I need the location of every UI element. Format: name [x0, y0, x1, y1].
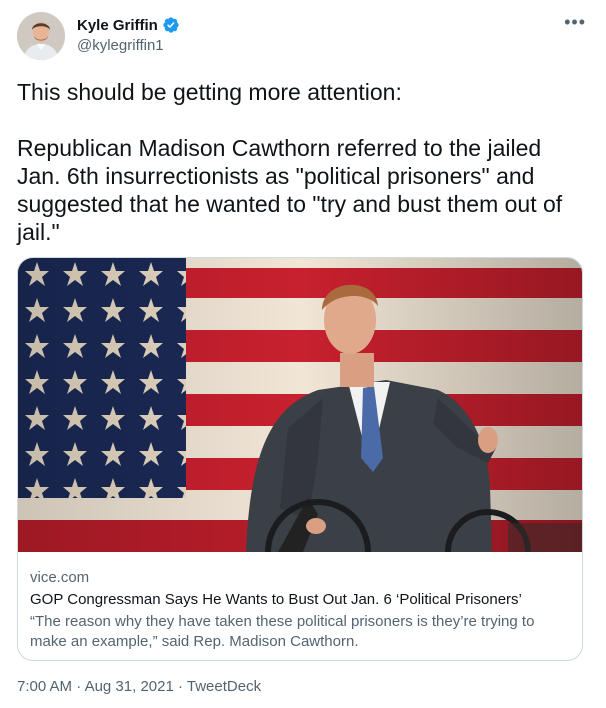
tweet-timestamp: 7:00 AM · Aug 31, 2021 · TweetDeck	[17, 678, 261, 695]
separator: ·	[177, 678, 183, 695]
tweet-text: This should be getting more attention: R…	[17, 79, 563, 245]
verified-badge-icon	[163, 17, 179, 33]
avatar-image	[17, 12, 65, 60]
tweet-time: 7:00 AM	[17, 678, 73, 695]
tweet-time-link[interactable]: 7:00 AM · Aug 31, 2021	[17, 678, 174, 695]
tweet: Kyle Griffin @kylegriffin1 ••• This shou…	[0, 0, 606, 708]
card-domain: vice.com	[30, 569, 90, 586]
tweet-source-link[interactable]: TweetDeck	[187, 678, 261, 695]
tweet-date: Aug 31, 2021	[84, 678, 174, 695]
more-options-icon[interactable]: •••	[564, 12, 586, 33]
author-name-row[interactable]: Kyle Griffin	[77, 16, 180, 34]
separator: ·	[76, 678, 82, 695]
avatar[interactable]	[17, 12, 65, 60]
card-description: “The reason why they have taken these po…	[30, 613, 535, 650]
card-title: GOP Congressman Says He Wants to Bust Ou…	[30, 591, 522, 608]
card-image	[18, 258, 582, 552]
author-handle[interactable]: @kylegriffin1	[77, 37, 164, 54]
card-meta: vice.com GOP Congressman Says He Wants t…	[30, 568, 570, 652]
link-card[interactable]: vice.com GOP Congressman Says He Wants t…	[17, 257, 583, 661]
author-display-name[interactable]: Kyle Griffin	[77, 17, 158, 34]
